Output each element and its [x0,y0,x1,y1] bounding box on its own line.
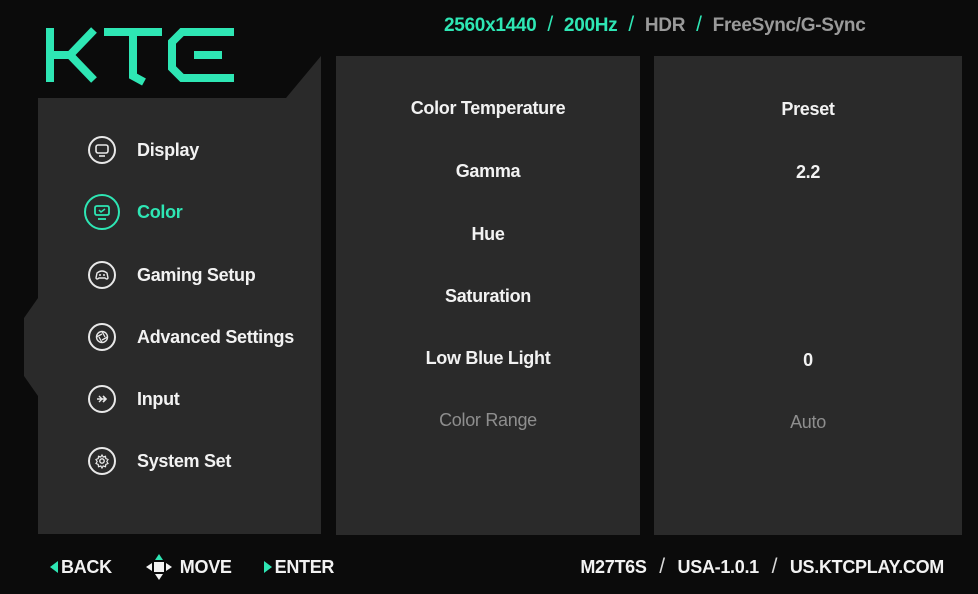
value-color-range: Auto [790,412,826,432]
move-hint[interactable]: MOVE [144,552,232,582]
value-low-blue-light: 0 [803,350,813,370]
device-info: M27T6S / USA-1.0.1 / US.KTCPLAY.COM [580,555,944,579]
setting-color-temperature[interactable]: Color Temperature [336,98,640,119]
setting-hue[interactable]: Hue [336,224,640,245]
back-hint[interactable]: BACK [50,557,112,578]
menu-item-label: Advanced Settings [137,326,294,347]
color-display-icon [84,194,120,230]
arrow-left-icon [50,561,58,573]
menu-item-label: Display [137,139,199,160]
enter-label: ENTER [274,556,335,577]
menu-item-label: Color [137,201,183,222]
separator: / [628,13,634,36]
enter-hint[interactable]: ENTER [263,556,335,578]
ktc-logo [44,24,240,86]
menu-item-label: Input [137,388,180,409]
separator: / [547,13,553,36]
move-label: MOVE [179,556,232,577]
arrow-right-icon [263,561,272,573]
refresh-rate-text: 200Hz [563,15,618,36]
gear-icon [88,447,116,475]
aperture-icon [88,323,116,351]
setting-saturation[interactable]: Saturation [336,286,640,307]
signal-info-bar: 2560x1440 / 200Hz / HDR / FreeSync/G-Syn… [444,13,866,37]
settings-values-panel: Preset 2.2 0 Auto [654,56,962,535]
menu-item-color[interactable]: Color [84,194,183,230]
settings-list-panel: Color Temperature Gamma Hue Saturation L… [336,56,640,535]
back-label: BACK [61,556,112,577]
menu-item-label: Gaming Setup [137,264,256,285]
menu-item-label: System Set [137,450,232,471]
monitor-icon [88,136,116,164]
sync-status-text: FreeSync/G-Sync [712,15,866,36]
setting-low-blue-light[interactable]: Low Blue Light [336,348,640,369]
menu-item-input[interactable]: Input [88,381,180,417]
menu-item-advanced-settings[interactable]: Advanced Settings [88,319,294,355]
firmware-version: USA-1.0.1 [677,557,760,577]
value-color-temperature: Preset [781,99,835,119]
value-gamma: 2.2 [795,162,821,182]
menu-item-system-set[interactable]: System Set [88,443,231,479]
setting-color-range: Color Range [439,410,537,430]
navigation-hints: BACK MOVE ENTER [50,552,366,582]
separator: / [659,555,665,578]
four-way-arrows-icon [145,554,172,580]
model-name: M27T6S [580,557,647,577]
setting-gamma[interactable]: Gamma [336,161,640,182]
website-url: US.KTCPLAY.COM [789,557,944,577]
resolution-text: 2560x1440 [444,15,537,36]
input-arrow-icon [88,385,116,413]
menu-item-display[interactable]: Display [88,132,199,168]
gamepad-icon [88,261,116,289]
separator: / [771,555,778,578]
hdr-status-text: HDR [644,15,686,36]
separator: / [696,13,702,36]
menu-item-gaming-setup[interactable]: Gaming Setup [88,257,256,293]
